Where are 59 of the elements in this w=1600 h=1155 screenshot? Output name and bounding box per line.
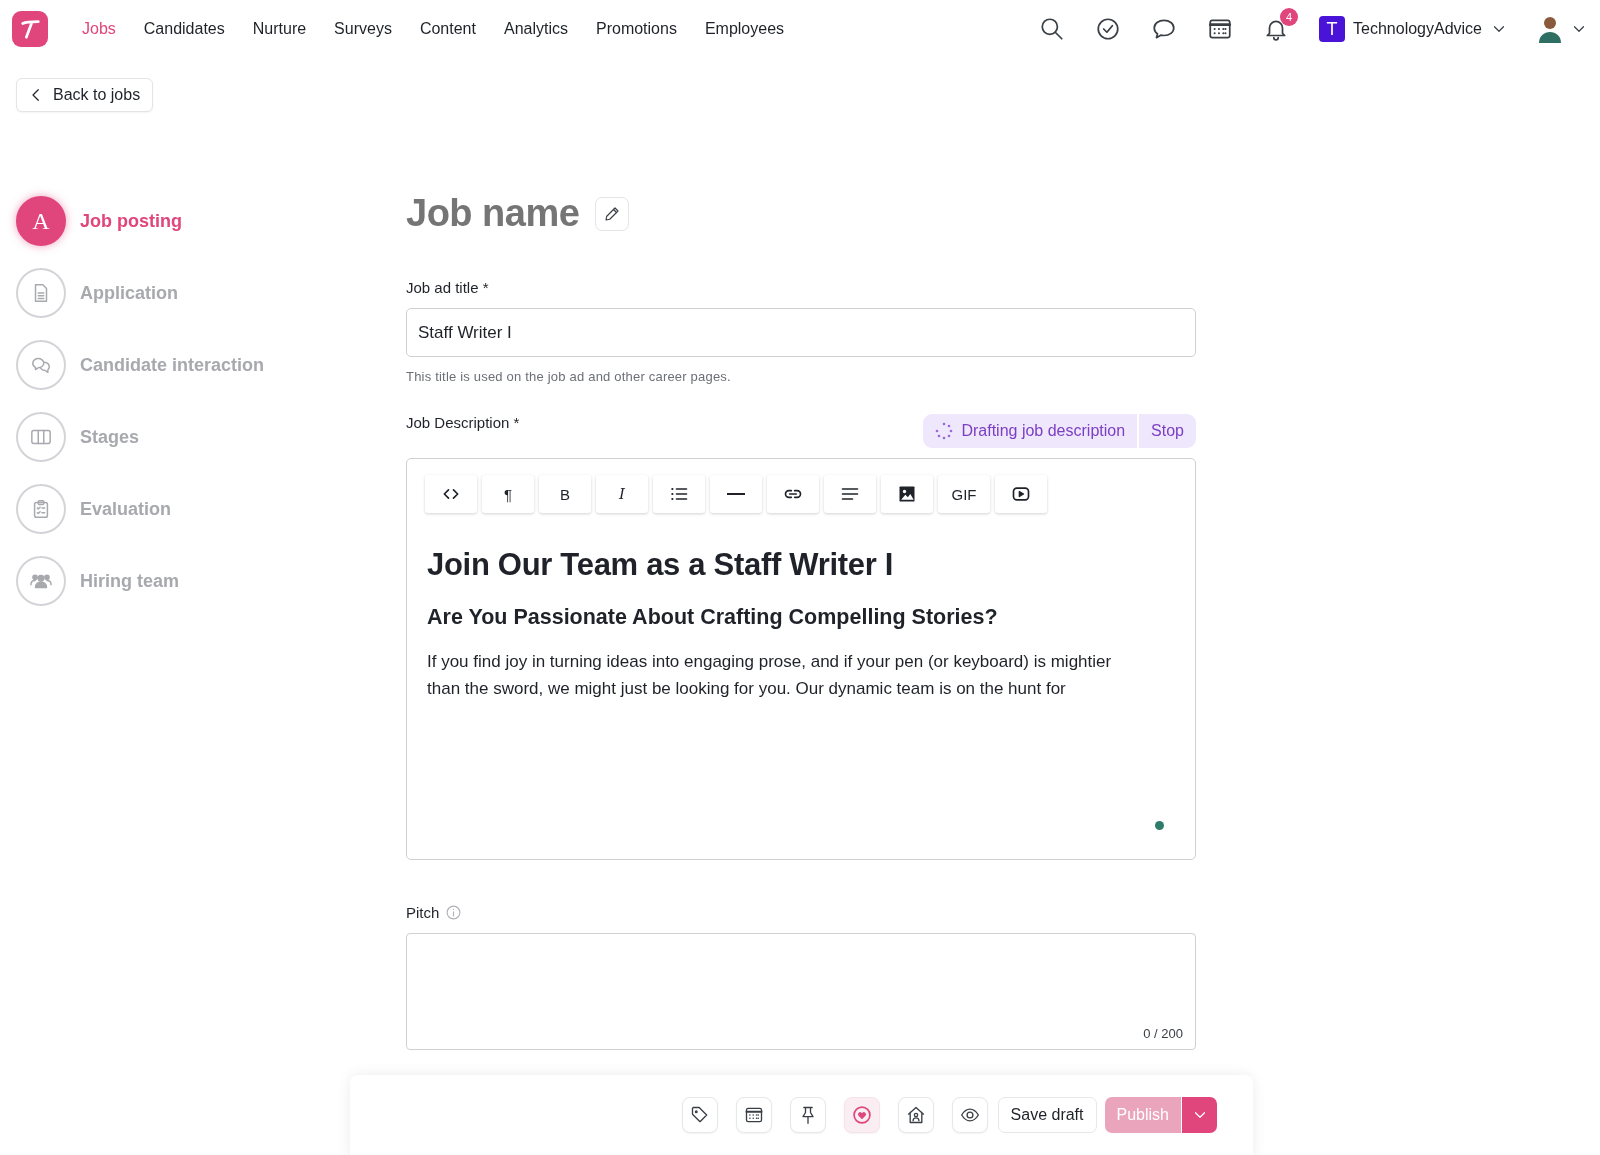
check-circle-icon — [1095, 16, 1122, 42]
info-icon — [445, 904, 463, 921]
nav-item[interactable]: Analytics — [489, 20, 582, 38]
app-logo[interactable] — [12, 11, 48, 47]
job-ad-title-field[interactable]: Staff Writer I — [406, 308, 1196, 357]
nav-item[interactable]: Candidates — [129, 20, 239, 38]
toolbar-button[interactable]: ¶ — [482, 475, 534, 513]
notification-badge: 4 — [1280, 8, 1299, 26]
field-label: Job Description * — [406, 414, 520, 431]
publish-menu-button[interactable] — [1181, 1097, 1217, 1133]
rich-text-editor[interactable] — [406, 458, 1196, 860]
calendar-icon — [1207, 16, 1234, 42]
step-label[interactable]: Job posting — [80, 210, 182, 232]
org-avatar: T — [1319, 16, 1346, 42]
toolbar-button[interactable]: GIF — [938, 475, 990, 513]
back-button[interactable]: Back to jobs — [16, 78, 154, 112]
video-icon — [1011, 484, 1031, 504]
toolbar-button[interactable] — [881, 475, 933, 513]
search-icon — [1039, 16, 1066, 42]
nav-item[interactable]: Promotions — [582, 20, 691, 38]
user-avatar[interactable] — [1538, 15, 1562, 43]
toolbar-button[interactable] — [995, 475, 1047, 513]
step-indicator[interactable]: A — [16, 196, 66, 246]
toolbar-button[interactable] — [653, 475, 705, 513]
status-dot — [1155, 821, 1164, 830]
nav-item[interactable]: Nurture — [238, 20, 321, 38]
description-paragraph: If you find joy in turning ideas into engaging prose, and if your pen (or keyboard) is mightier than the sword, we might just be looking for you. Our dynamic team is on the hunt for — [427, 651, 1113, 700]
spinner-icon — [935, 422, 954, 440]
nav-item[interactable]: Employees — [690, 20, 799, 38]
horizontal-rule-icon — [726, 493, 746, 495]
save-draft-button[interactable]: Save draft — [997, 1097, 1097, 1133]
action-button[interactable] — [789, 1097, 826, 1133]
action-button[interactable] — [951, 1097, 988, 1133]
helper-text: This title is used on the job ad and other career pages. — [406, 369, 732, 384]
toolbar-button[interactable]: B — [539, 475, 591, 513]
toolbar-button[interactable] — [767, 475, 819, 513]
pitch-field[interactable]: 0 / 200 — [406, 933, 1196, 1050]
house-person-icon — [905, 1105, 926, 1125]
logo-letter-icon — [19, 18, 41, 40]
calendar-icon — [743, 1105, 764, 1125]
org-name[interactable]: TechnologyAdvice — [1353, 20, 1482, 38]
image-icon — [897, 484, 917, 504]
field-label: Pitch — [406, 904, 440, 921]
action-button[interactable] — [735, 1097, 772, 1133]
tag-icon — [689, 1105, 710, 1125]
action-button[interactable] — [897, 1097, 934, 1133]
field-label: Job ad title * — [406, 279, 490, 296]
italic-button[interactable]: I — [596, 475, 648, 513]
nav-item[interactable]: Jobs — [68, 20, 130, 38]
nav-item[interactable]: Content — [405, 20, 490, 38]
nav-item[interactable]: Surveys — [320, 20, 406, 38]
toolbar-button[interactable] — [824, 475, 876, 513]
action-button[interactable] — [681, 1097, 718, 1133]
description-heading: Join Our Team as a Staff Writer I — [427, 547, 895, 583]
stop-button[interactable]: Stop — [1137, 414, 1196, 448]
edit-name-button[interactable] — [595, 196, 629, 231]
drafting-status: Drafting job description — [923, 414, 1138, 448]
character-counter: 0 / 200 — [1143, 1026, 1183, 1041]
description-subheading: Are You Passionate About Crafting Compelling Stories? — [427, 605, 999, 630]
